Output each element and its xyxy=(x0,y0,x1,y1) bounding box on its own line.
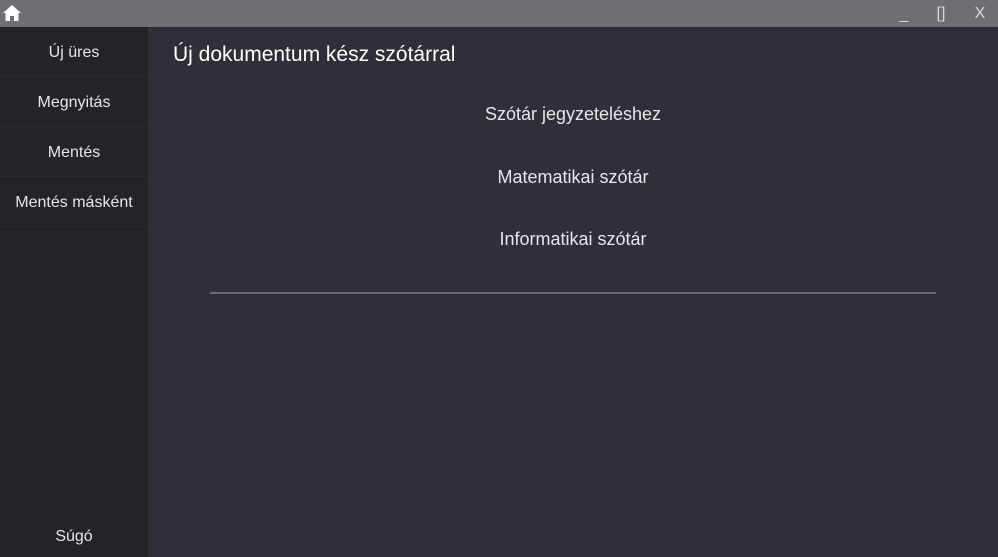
home-icon xyxy=(3,5,21,21)
main-panel: Új dokumentum kész szótárral Szótár jegy… xyxy=(148,27,998,557)
title-bar: _ [] X xyxy=(0,0,998,27)
sidebar: Új üres Megnyitás Mentés Mentés másként … xyxy=(0,27,148,557)
sidebar-item-help[interactable]: Súgó xyxy=(0,513,148,557)
sidebar-item-save-as[interactable]: Mentés másként xyxy=(0,179,148,227)
option-math-dictionary[interactable]: Matematikai szótár xyxy=(210,161,936,193)
page-title: Új dokumentum kész szótárral xyxy=(173,43,456,66)
option-notes-dictionary[interactable]: Szótár jegyzeteléshez xyxy=(210,98,936,130)
divider xyxy=(210,292,936,294)
maximize-button[interactable]: [] xyxy=(921,0,961,27)
close-button[interactable]: X xyxy=(960,0,998,27)
home-button[interactable] xyxy=(0,2,24,24)
sidebar-item-new-empty[interactable]: Új üres xyxy=(0,29,148,77)
option-it-dictionary[interactable]: Informatikai szótár xyxy=(210,223,936,255)
sidebar-item-open[interactable]: Megnyitás xyxy=(0,79,148,127)
sidebar-item-save[interactable]: Mentés xyxy=(0,129,148,177)
app-window: _ [] X Új üres Megnyitás Mentés Mentés m… xyxy=(0,0,998,557)
minimize-button[interactable]: _ xyxy=(884,0,924,24)
